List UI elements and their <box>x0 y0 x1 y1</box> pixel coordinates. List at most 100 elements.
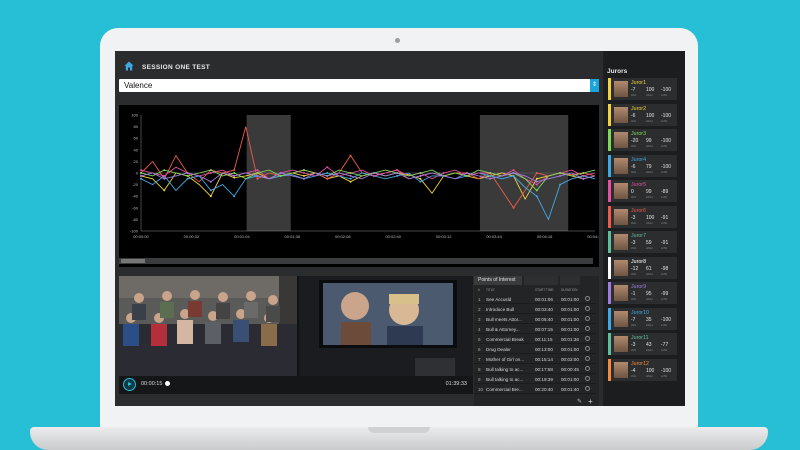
series-point <box>559 183 562 186</box>
juror-avg-label: AVG <box>631 272 637 276</box>
juror-low: -100 <box>661 316 672 323</box>
poi-row[interactable]: 7 Mother of Girl on... 00:15:14 00:02:00 <box>474 355 596 364</box>
metric-select[interactable]: Valence ⇕ <box>119 79 599 92</box>
series-point <box>326 172 329 174</box>
poi-row[interactable]: 10 Commercial Bre... 00:20:40 00:01:40 <box>474 385 596 394</box>
juror-name: Juror3 <box>631 131 647 137</box>
timeline-scrollbar[interactable] <box>119 258 593 264</box>
scrubber-handle[interactable] <box>165 381 170 386</box>
juror-color-stripe <box>608 180 611 202</box>
poi-row-title: See Accusld <box>486 297 512 302</box>
juror-avatar <box>614 310 628 327</box>
juror-color-stripe <box>608 205 611 228</box>
series-point <box>140 174 142 177</box>
poi-row-duration: 00:01:00 <box>561 297 579 302</box>
juror-card[interactable]: Juror6 -3 100 -91 AVG HIGH LOW <box>608 205 677 228</box>
juror-card[interactable]: Juror7 -3 59 -91 AVG HIGH LOW <box>608 231 677 253</box>
add-icon[interactable]: + <box>588 397 593 406</box>
juror-avg: -20 <box>631 138 639 144</box>
juror-name: Juror11 <box>631 335 649 341</box>
juror-card[interactable]: Juror1 -7 100 -100 AVG HIGH LOW <box>608 78 677 100</box>
series-point <box>419 180 422 183</box>
juror-name: Juror10 <box>631 309 649 316</box>
juror-card[interactable]: Juror5 0 99 -89 AVG HIGH LOW <box>608 180 677 202</box>
go-to-icon[interactable] <box>585 376 590 381</box>
juror-high: 79 <box>646 163 652 170</box>
juror-avg-label: AVG <box>631 119 637 123</box>
poi-row[interactable]: 1 See Accusld 00:01:06 00:01:00 <box>474 295 596 304</box>
poi-row-duration: 00:01:00 <box>561 377 579 382</box>
go-to-icon[interactable] <box>585 386 590 391</box>
series-point <box>396 172 399 174</box>
poi-row[interactable]: 6 Drug Dealer 00:13:00 00:01:00 <box>474 345 596 354</box>
series-point <box>349 172 352 174</box>
juror-color-stripe <box>608 129 611 151</box>
go-to-icon[interactable] <box>585 346 590 351</box>
juror-card[interactable]: Juror3 -20 99 -100 AVG HIGH LOW <box>608 129 677 151</box>
scrollbar-thumb[interactable] <box>121 259 145 263</box>
go-to-icon[interactable] <box>585 326 590 331</box>
poi-row-start: 00:19:39 <box>535 377 553 382</box>
juror-card[interactable]: Juror12 -4 100 -100 AVG HIGH LOW <box>608 358 677 381</box>
go-to-icon[interactable] <box>585 296 590 301</box>
juror-avg: -3 <box>631 214 636 221</box>
poi-row[interactable]: 8 Bull talking to ac... 00:17:58 00:00:45 <box>474 365 596 374</box>
go-to-icon[interactable] <box>585 316 590 321</box>
series-point <box>302 169 305 172</box>
juror-high: 100 <box>646 87 655 93</box>
juror-avg: -6 <box>631 112 636 119</box>
series-point <box>442 174 445 177</box>
valence-chart: 100 80 60 40 20 0 -20 -40 -60 -80 -100 00:00:00 00:0… <box>119 105 599 267</box>
series-point <box>209 172 212 174</box>
video-player[interactable]: 00:00:15 01:39:33 <box>119 276 473 394</box>
series-point <box>535 180 538 183</box>
poi-row[interactable]: 3 Bull meets Attor... 00:05:40 00:01:00 <box>474 315 596 324</box>
points-of-interest-panel: Points of Interest # TITLE START TIME DU… <box>474 276 599 406</box>
go-to-icon[interactable] <box>585 336 590 341</box>
juror-card[interactable]: Juror4 -6 79 -100 AVG HIGH LOW <box>608 154 677 177</box>
series-point <box>163 189 166 192</box>
juror-card[interactable]: Juror8 -12 61 -98 AVG HIGH LOW <box>608 256 677 279</box>
x-tick-label: 00:01:04 <box>234 234 250 239</box>
edit-icon[interactable]: ✎ <box>577 398 582 405</box>
go-to-icon[interactable] <box>585 356 590 361</box>
juror-avatar <box>614 234 628 250</box>
juror-card[interactable]: Juror9 -1 95 -99 AVG HIGH LOW <box>608 282 677 304</box>
juror-card[interactable]: Juror11 -3 43 -77 AVG HIGH LOW <box>608 333 677 355</box>
juror-color-stripe <box>608 333 611 355</box>
poi-row-start: 00:11:15 <box>535 337 553 342</box>
go-to-icon[interactable] <box>585 366 590 371</box>
juror-card[interactable]: Juror2 -6 100 -100 AVG HIGH LOW <box>608 103 677 126</box>
play-button[interactable] <box>123 378 136 391</box>
juror-low-label: LOW <box>661 272 667 276</box>
juror-avg-label: AVG <box>631 170 637 174</box>
go-to-icon[interactable] <box>585 306 590 311</box>
poi-row-title: Bull talking to ac... <box>486 377 524 382</box>
poi-row[interactable]: 2 Introduce Bull 00:03:40 00:01:00 <box>474 305 596 314</box>
tab-points-of-interest[interactable]: Points of Interest <box>474 276 522 285</box>
series-point <box>442 172 445 174</box>
juror-high-label: HIGH <box>646 323 653 327</box>
juror-color-stripe <box>608 307 611 330</box>
top-bar: SESSION ONE TEST <box>115 51 603 77</box>
series-point <box>512 206 515 209</box>
tab-3[interactable] <box>560 276 580 285</box>
juror-name: Juror5 <box>631 182 647 188</box>
series-point <box>256 174 259 177</box>
series-point <box>209 195 212 198</box>
poi-row[interactable]: 5 Commercial Break 00:11:15 00:01:36 <box>474 335 596 344</box>
juror-high-label: HIGH <box>646 145 653 148</box>
poi-row[interactable]: 9 Bull talking to ac... 00:19:39 00:01:00 <box>474 375 596 384</box>
series-point <box>396 169 399 172</box>
chevron-updown-icon[interactable]: ⇕ <box>590 79 599 92</box>
tab-2[interactable] <box>524 276 558 285</box>
app-screen: SESSION ONE TEST Valence ⇕ 100 80 60 40 20 0-… <box>115 51 685 406</box>
series-point <box>372 172 375 174</box>
home-icon[interactable] <box>124 61 134 71</box>
juror-card[interactable]: Juror10 -7 35 -100 AVG HIGH LOW <box>608 307 677 330</box>
series-point <box>302 174 305 177</box>
juror-high: 100 <box>646 367 655 374</box>
juror-avg-label: AVG <box>631 349 637 352</box>
poi-row-start: 00:13:00 <box>535 347 553 352</box>
poi-row[interactable]: 4 Bull & Attorney... 00:07:15 00:01:00 <box>474 325 596 334</box>
